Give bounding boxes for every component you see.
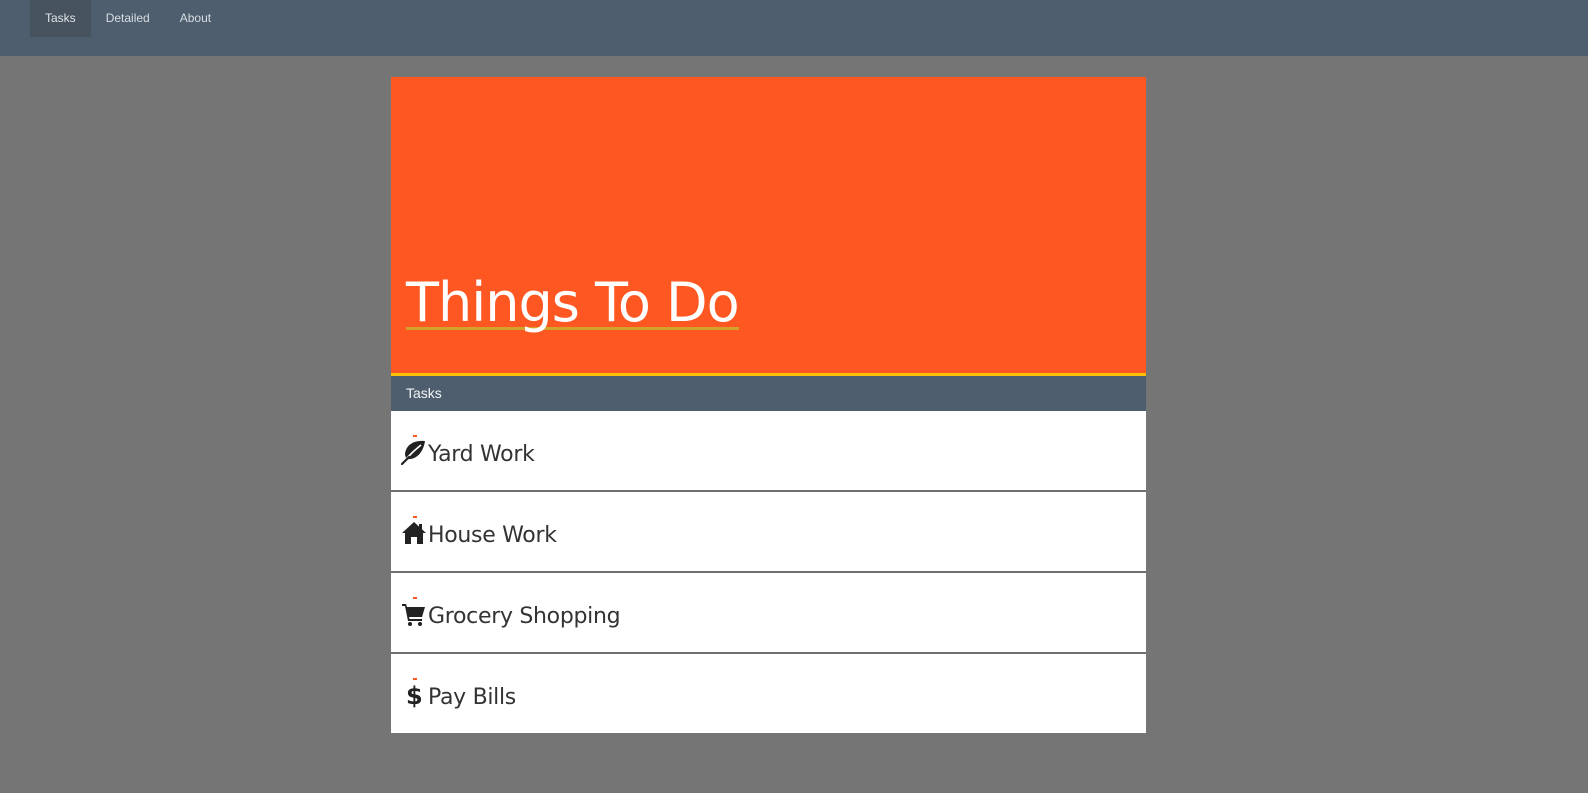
task-label: Grocery Shopping [428,604,621,629]
page-title: Things To Do [406,267,740,334]
svg-text:$: $ [406,682,423,708]
shopping-cart-icon [401,601,427,627]
home-icon [401,520,427,546]
marker-dot [413,516,417,518]
task-label: Pay Bills [428,685,516,710]
task-label: Yard Work [428,442,535,467]
top-navbar: Tasks Detailed About [0,0,1588,56]
nav-item-detailed[interactable]: Detailed [91,0,165,37]
hero-banner: Things To Do [391,77,1146,376]
task-label: House Work [428,523,557,548]
task-list: Yard Work House Work Grocery Shopping $ … [391,411,1146,733]
nav-list: Tasks Detailed About [30,0,226,37]
section-header: Tasks [391,376,1146,411]
list-item-yard-work[interactable]: Yard Work [391,411,1146,492]
nav-item-about[interactable]: About [165,0,226,37]
list-item-grocery-shopping[interactable]: Grocery Shopping [391,573,1146,654]
nav-item-tasks[interactable]: Tasks [30,0,91,37]
tasks-card: Things To Do Tasks Yard Work House Work … [391,77,1146,733]
list-item-pay-bills[interactable]: $ Pay Bills [391,654,1146,733]
marker-dot [413,435,417,437]
leaf-icon [400,439,427,466]
dollar-icon: $ [401,682,427,710]
marker-dot [413,597,417,599]
marker-dot [413,678,417,680]
list-item-house-work[interactable]: House Work [391,492,1146,573]
